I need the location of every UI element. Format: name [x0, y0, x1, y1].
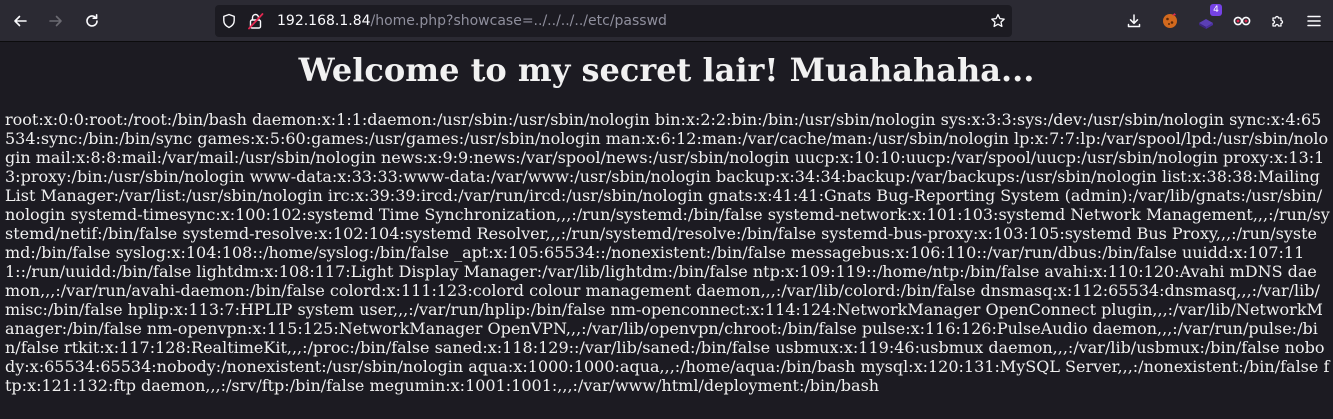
back-arrow-icon: [14, 15, 27, 27]
extension-glasses-button[interactable]: [1226, 5, 1258, 37]
address-bar[interactable]: 192.168.1.84/home.php?showcase=../../../…: [215, 5, 1012, 37]
url-host: 192.168.1.84: [277, 13, 371, 29]
extension-cookie-button[interactable]: [1154, 5, 1186, 37]
browser-toolbar: 192.168.1.84/home.php?showcase=../../../…: [0, 0, 1333, 42]
puzzle-piece-icon: [1272, 15, 1284, 27]
cookie-extension-icon: [1163, 13, 1177, 28]
url-path: /home.php?showcase=../../../../etc/passw…: [370, 13, 667, 29]
glasses-extension-icon: [1233, 16, 1251, 26]
page-heading: Welcome to my secret lair! Muahahaha...: [298, 51, 1035, 89]
reload-button[interactable]: [76, 5, 108, 37]
page-content: Welcome to my secret lair! Muahahaha... …: [0, 42, 1333, 419]
passwd-file-contents: root:x:0:0:root:/root:/bin/bash daemon:x…: [5, 110, 1330, 395]
insecure-lock-icon[interactable]: [247, 12, 265, 34]
shield-icon[interactable]: [221, 13, 237, 33]
downloads-button[interactable]: [1118, 5, 1150, 37]
download-icon: [1127, 14, 1141, 28]
forward-button[interactable]: [40, 5, 72, 37]
reload-icon: [86, 14, 98, 27]
app-menu-button[interactable]: [1298, 5, 1330, 37]
back-button[interactable]: [4, 5, 36, 37]
forward-arrow-icon: [49, 15, 62, 27]
hamburger-menu-icon: [1307, 15, 1321, 27]
bookmark-star-icon[interactable]: [990, 13, 1006, 33]
extension-badge-button[interactable]: 4: [1190, 4, 1222, 37]
url-text[interactable]: 192.168.1.84/home.php?showcase=../../../…: [277, 5, 667, 37]
extension-count-badge: 4: [1210, 4, 1222, 16]
extensions-button[interactable]: [1262, 5, 1294, 37]
